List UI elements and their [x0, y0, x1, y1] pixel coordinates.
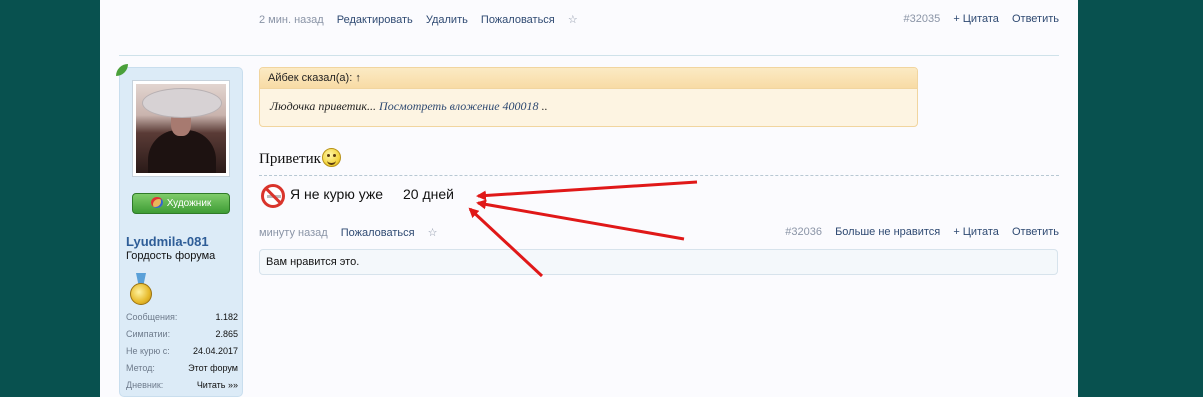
stat-label: Метод:: [126, 363, 155, 373]
user-stats: Сообщения: 1.182 Симпатии: 2.865 Не курю…: [126, 309, 238, 394]
reply-button[interactable]: Ответить: [1012, 13, 1059, 25]
quote-button[interactable]: + Цитата: [953, 13, 999, 25]
post-number[interactable]: #32035: [904, 13, 941, 25]
report-link[interactable]: Пожаловаться: [341, 227, 415, 239]
message-text: Приветик: [259, 151, 321, 167]
quote-text: Людочка приветик...: [270, 99, 377, 113]
quote-body: Людочка приветик... Посмотреть вложение …: [260, 89, 917, 124]
signature-divider: [259, 175, 1059, 176]
leaf-icon: [116, 64, 128, 76]
post-time[interactable]: минуту назад: [259, 227, 328, 239]
prev-post-footer: 2 мин. назад Редактировать Удалить Пожал…: [259, 13, 1059, 27]
stat-row: Дневник: Читать »»: [126, 377, 238, 394]
quote-header[interactable]: Айбек сказал(а): ↑: [260, 68, 917, 89]
stat-value: Этот форум: [188, 363, 238, 373]
stat-label: Симпатии:: [126, 329, 171, 339]
message-body: Приветик: [259, 148, 341, 168]
quote-tail: ..: [538, 99, 548, 113]
avatar[interactable]: [132, 80, 230, 177]
report-link[interactable]: Пожаловаться: [481, 14, 555, 26]
stat-value: 24.04.2017: [192, 346, 238, 356]
stat-value[interactable]: 2.865: [215, 326, 238, 343]
post-divider: [119, 55, 1059, 56]
user-sidebar: Художник Lyudmila-081 Гордость форума Со…: [116, 64, 243, 397]
stat-row: Не курю с: 24.04.2017: [126, 343, 238, 360]
attachment-link[interactable]: Посмотреть вложение 400018: [379, 99, 539, 113]
user-badge: Художник: [132, 193, 230, 214]
stat-row: Симпатии: 2.865: [126, 326, 238, 343]
user-title: Гордость форума: [126, 250, 216, 262]
signature-days: 20 дней: [403, 186, 454, 202]
reply-button[interactable]: Ответить: [1012, 226, 1059, 238]
stat-value[interactable]: 1.182: [215, 309, 238, 326]
no-smoking-icon: [261, 184, 285, 208]
star-icon[interactable]: ☆: [428, 227, 438, 239]
edit-link[interactable]: Редактировать: [337, 14, 413, 26]
delete-link[interactable]: Удалить: [426, 14, 468, 26]
forum-page: 2 мин. назад Редактировать Удалить Пожал…: [100, 0, 1078, 397]
quote-button[interactable]: + Цитата: [953, 226, 999, 238]
badge-label: Художник: [166, 198, 212, 209]
unlike-button[interactable]: Больше не нравится: [835, 226, 940, 238]
post-number[interactable]: #32036: [785, 226, 822, 238]
avatar-photo: [136, 84, 226, 173]
star-icon[interactable]: ☆: [568, 14, 578, 26]
stat-label: Сообщения:: [126, 312, 178, 322]
stat-row: Сообщения: 1.182: [126, 309, 238, 326]
quote-block: Айбек сказал(а): ↑ Людочка приветик... П…: [259, 67, 918, 127]
post-footer: минуту назад Пожаловаться ☆ #32036 Больш…: [259, 226, 1059, 240]
stat-label: Не курю с:: [126, 346, 170, 356]
username-link[interactable]: Lyudmila-081: [126, 234, 209, 249]
diary-link[interactable]: Читать »»: [197, 377, 238, 394]
signature-text: Я не курю уже: [290, 186, 384, 202]
medal-icon: [130, 273, 152, 307]
smiley-icon: [321, 148, 341, 167]
palette-icon: [150, 197, 163, 208]
stat-row: Метод: Этот форум: [126, 360, 238, 377]
likes-summary: Вам нравится это.: [259, 249, 1058, 275]
stat-label: Дневник:: [126, 380, 164, 390]
prev-post-time[interactable]: 2 мин. назад: [259, 14, 324, 26]
